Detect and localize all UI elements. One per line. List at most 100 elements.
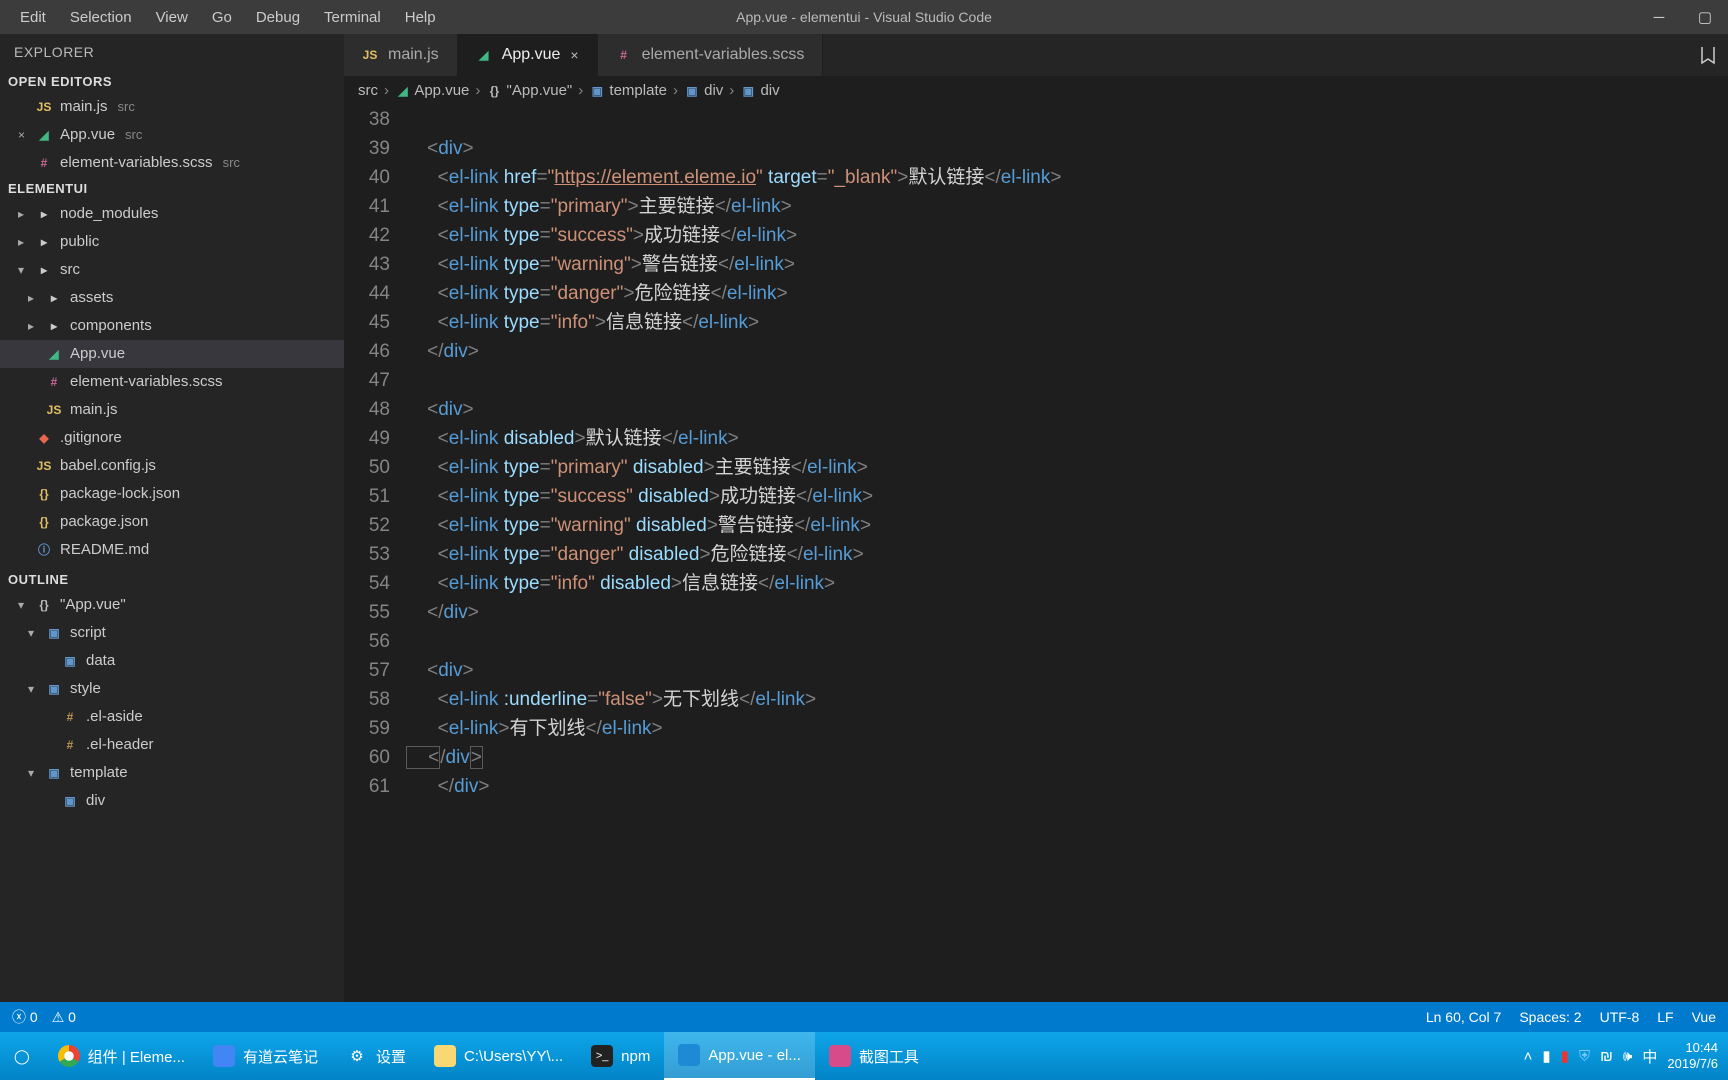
file-tree-item[interactable]: ▸▸assets [0, 284, 344, 312]
breadcrumb-item[interactable]: ◢ App.vue [395, 82, 469, 99]
info-icon: ⓘ [36, 542, 52, 558]
status-encoding[interactable]: UTF-8 [1600, 1009, 1640, 1025]
file-tree-item[interactable]: JSmain.js [0, 396, 344, 424]
tray-ime[interactable]: 中 [1642, 1046, 1657, 1067]
tray-volume-icon[interactable]: 🕪 [1623, 1048, 1632, 1065]
status-ln-col[interactable]: Ln 60, Col 7 [1426, 1009, 1502, 1025]
chevron-icon: ▸ [28, 315, 38, 337]
close-icon[interactable]: × [18, 124, 28, 146]
taskbar-item[interactable]: 有道云笔记 [199, 1032, 332, 1080]
tray-app-icon[interactable]: ▮ [1561, 1047, 1569, 1065]
project-header[interactable]: ELEMENTUI [0, 177, 344, 200]
file-tree-item[interactable]: ▾▸src [0, 256, 344, 284]
taskbar-item[interactable]: 截图工具 [815, 1032, 933, 1080]
status-spaces[interactable]: Spaces: 2 [1519, 1009, 1581, 1025]
breadcrumb-item[interactable]: ▣ div [684, 82, 723, 99]
vue-icon: ◢ [46, 346, 62, 362]
tray-network-icon[interactable]: ₪ [1600, 1048, 1613, 1065]
folder-icon: ▸ [46, 318, 62, 334]
file-tree-item[interactable]: #element-variables.scss [0, 368, 344, 396]
file-tree-item[interactable]: ▸▸components [0, 312, 344, 340]
file-tree-item[interactable]: {}package-lock.json [0, 480, 344, 508]
folder-icon: ▸ [46, 290, 62, 306]
breadcrumb-item[interactable]: src [358, 82, 378, 99]
minimize-button[interactable]: ─ [1636, 0, 1682, 34]
outline-item[interactable]: #.el-aside [0, 703, 344, 731]
outline-item[interactable]: ▣data [0, 647, 344, 675]
breadcrumb-item[interactable]: ▣ template [589, 82, 667, 99]
status-errors[interactable]: ⓧ 0 [12, 1007, 38, 1027]
menu-go[interactable]: Go [200, 3, 244, 32]
outline-item[interactable]: ▾{}"App.vue" [0, 591, 344, 619]
tab-main-js[interactable]: JSmain.js [344, 34, 458, 76]
json-icon: {} [36, 514, 52, 530]
outline-item[interactable]: ▾▣style [0, 675, 344, 703]
file-tree-item[interactable]: {}package.json [0, 508, 344, 536]
file-tree-item[interactable]: ▸▸public [0, 228, 344, 256]
menu-edit[interactable]: Edit [8, 3, 58, 32]
start-button[interactable]: ◯ [0, 1032, 44, 1080]
taskbar-item[interactable]: ⚙设置 [332, 1032, 420, 1080]
outline-item[interactable]: ▾▣template [0, 759, 344, 787]
tabs-row: JSmain.js◢App.vue×#element-variables.scs… [344, 34, 1728, 76]
js-icon: JS [36, 458, 52, 474]
folder-icon: ▸ [36, 262, 52, 278]
outline-item[interactable]: ▣div [0, 787, 344, 815]
editor-area: JSmain.js◢App.vue×#element-variables.scs… [344, 34, 1728, 1002]
system-tray[interactable]: ˄ ▮ ▮ ⛨ ₪ 🕪 中 10:44 2019/7/6 [1524, 1040, 1728, 1072]
scss-icon: # [36, 155, 52, 171]
chevron-icon: ▸ [28, 287, 38, 309]
term-icon: >_ [591, 1045, 613, 1067]
taskbar-item[interactable]: App.vue - el... [664, 1032, 815, 1080]
menu-terminal[interactable]: Terminal [312, 3, 393, 32]
status-eol[interactable]: LF [1657, 1009, 1673, 1025]
chevron-icon: ▸ [18, 231, 28, 253]
breadcrumb-item[interactable]: {} "App.vue" [486, 82, 572, 99]
open-editor-item[interactable]: ×◢App.vuesrc [0, 121, 344, 149]
menu-debug[interactable]: Debug [244, 3, 312, 32]
file-tree-item[interactable]: ⓘREADME.md [0, 536, 344, 564]
js-icon: JS [46, 402, 62, 418]
open-editor-item[interactable]: JSmain.jssrc [0, 93, 344, 121]
menu-view[interactable]: View [144, 3, 200, 32]
hash-icon: # [62, 737, 78, 753]
taskbar-item[interactable]: >_npm [577, 1032, 664, 1080]
taskbar-item[interactable]: 组件 | Eleme... [44, 1032, 199, 1080]
menu-help[interactable]: Help [393, 3, 448, 32]
outline-item[interactable]: #.el-header [0, 731, 344, 759]
breadcrumb[interactable]: src›◢ App.vue›{} "App.vue"›▣ template›▣ … [344, 76, 1728, 105]
open-editors-header[interactable]: OPEN EDITORS [0, 70, 344, 93]
tray-app-icon[interactable]: ▮ [1542, 1047, 1550, 1065]
scss-icon: # [616, 47, 632, 63]
vue-icon: ◢ [476, 47, 492, 63]
status-lang[interactable]: Vue [1692, 1009, 1716, 1025]
file-tree-item[interactable]: ▸▸node_modules [0, 200, 344, 228]
vue-icon: ◢ [395, 83, 411, 99]
tab-element-variables-scss[interactable]: #element-variables.scss [598, 34, 824, 76]
menu-selection[interactable]: Selection [58, 3, 144, 32]
tray-clock[interactable]: 10:44 2019/7/6 [1667, 1040, 1718, 1072]
tray-shield-icon[interactable]: ⛨ [1579, 1048, 1590, 1065]
close-icon[interactable]: × [570, 47, 578, 63]
open-editor-item[interactable]: #element-variables.scsssrc [0, 149, 344, 177]
status-warnings[interactable]: ⚠ 0 [52, 1009, 76, 1026]
code-editor[interactable]: 38 39 40 41 42 43 44 45 46 47 48 49 50 5… [344, 105, 1728, 1002]
tab-app-vue[interactable]: ◢App.vue× [458, 34, 598, 76]
note-icon [213, 1045, 235, 1067]
file-tree-item[interactable]: JSbabel.config.js [0, 452, 344, 480]
tray-chevron-icon[interactable]: ˄ [1524, 1048, 1533, 1065]
maximize-button[interactable]: ▢ [1682, 0, 1728, 34]
outline-header[interactable]: OUTLINE [0, 568, 344, 591]
compare-changes-icon[interactable] [1698, 34, 1718, 76]
chevron-icon: ▾ [18, 594, 28, 616]
file-tree-item[interactable]: ◢App.vue [0, 340, 344, 368]
code-content[interactable]: <div> <el-link href="https://element.ele… [406, 105, 1728, 1002]
folder-icon [434, 1045, 456, 1067]
outline-item[interactable]: ▾▣script [0, 619, 344, 647]
file-tree-item[interactable]: ◆.gitignore [0, 424, 344, 452]
breadcrumb-item[interactable]: ▣ div [740, 82, 779, 99]
taskbar-item[interactable]: C:\Users\YY\... [420, 1032, 577, 1080]
js-icon: JS [362, 47, 378, 63]
hash-icon: # [62, 709, 78, 725]
folder-icon: ▸ [36, 206, 52, 222]
